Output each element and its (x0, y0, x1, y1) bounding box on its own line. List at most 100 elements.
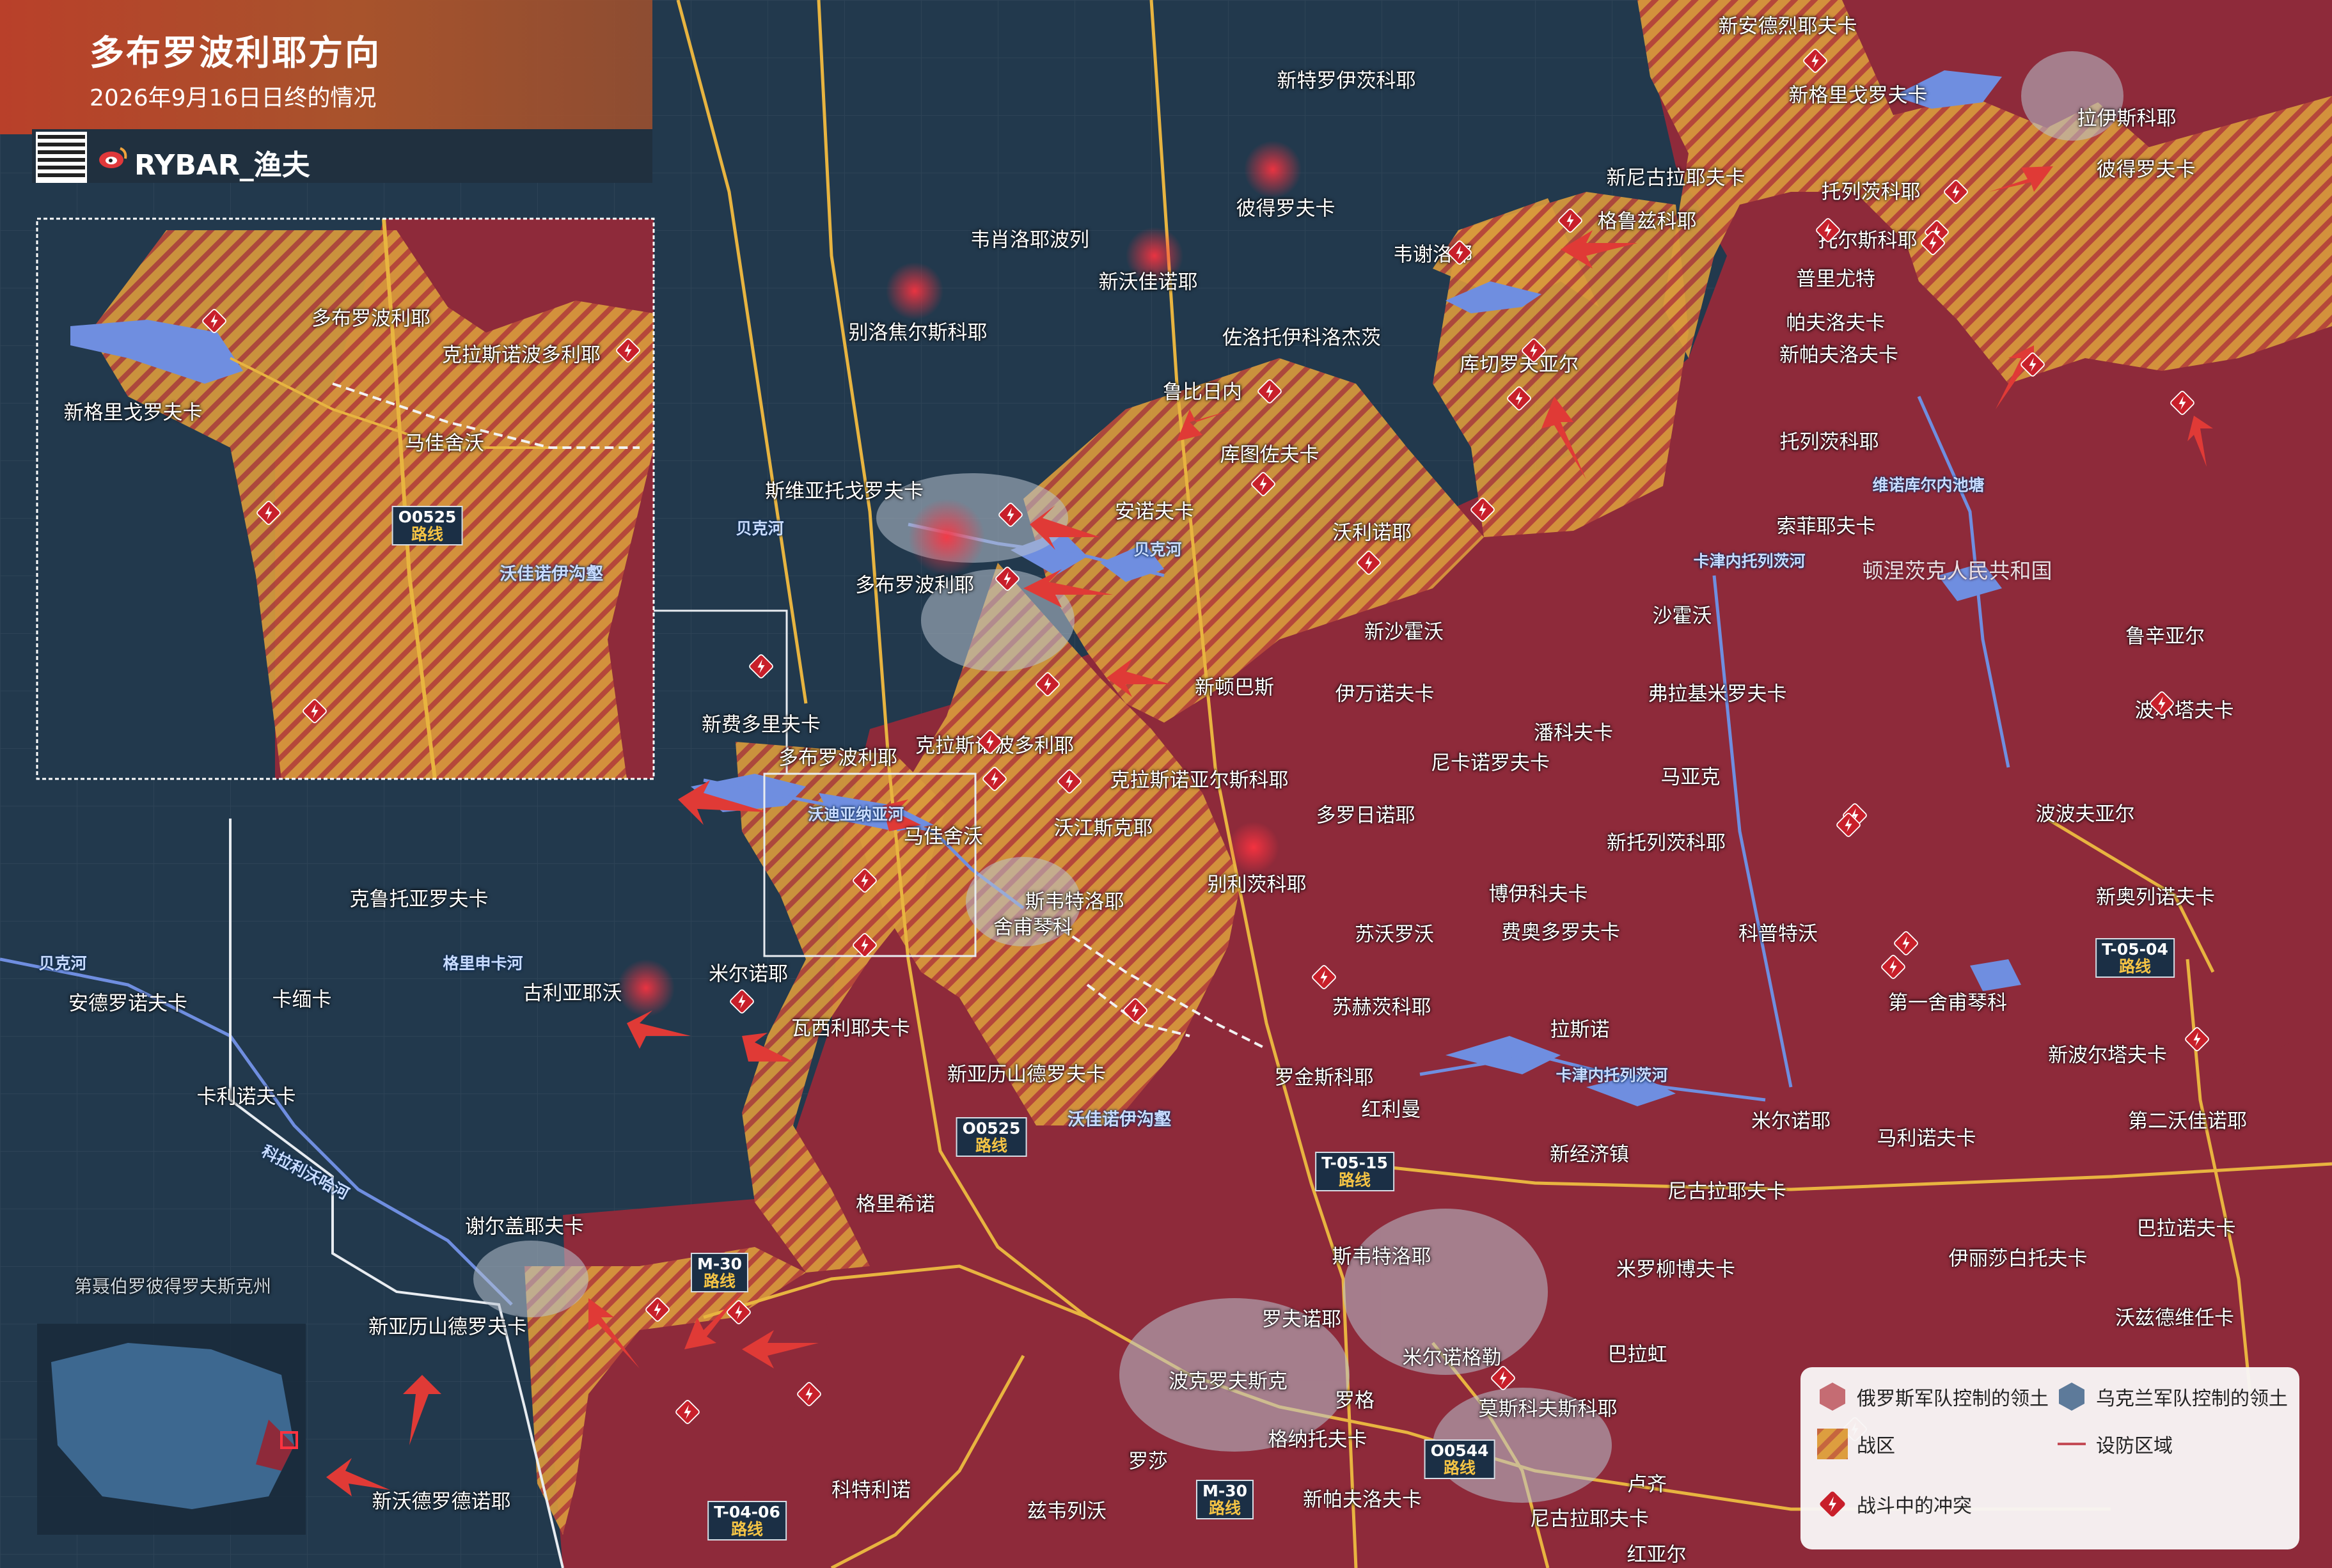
place-label: 新波尔塔夫卡 (2048, 1044, 2167, 1067)
clash-marker-icon (1491, 1366, 1515, 1390)
place-label: 伊丽莎白托夫卡 (1948, 1247, 2088, 1271)
place-label: 尼卡诺罗夫卡 (1431, 751, 1550, 775)
clash-marker-icon (675, 1400, 700, 1424)
clash-marker-icon (616, 338, 640, 363)
place-label: 新安德烈耶夫卡 (1718, 15, 1857, 38)
clash-marker-icon (1257, 379, 1282, 404)
combat-zone-icon (1817, 1429, 1848, 1459)
clash-marker-icon (730, 989, 754, 1014)
place-label: 索菲耶夫卡 (1776, 515, 1876, 538)
river-label: 贝克河 (736, 519, 784, 538)
place-label: 安德罗诺夫卡 (68, 992, 187, 1015)
clash-marker-icon (853, 933, 877, 957)
place-label: 新沙霍沃 (1364, 620, 1444, 644)
clash-marker-icon (303, 699, 327, 723)
place-label: 罗莎 (1128, 1450, 1168, 1473)
place-label: 莫斯科夫斯科耶 (1478, 1397, 1618, 1421)
place-label: 马利诺夫卡 (1877, 1127, 1976, 1150)
map-legend: 俄罗斯军队控制的领土 乌克兰军队控制的领土 战区 设防区域 战斗中的冲突 (1800, 1367, 2299, 1549)
legend-item-combat: 战区 (1817, 1429, 1895, 1459)
place-label: 卢齐 (1627, 1473, 1667, 1496)
clash-marker-icon (749, 654, 773, 678)
place-label: 斯韦特洛耶 (1332, 1245, 1431, 1269)
clash-marker-icon (1881, 955, 1905, 979)
legend-item-clash: 战斗中的冲突 (1817, 1489, 1972, 1519)
place-label: 库切罗夫亚尔 (1460, 353, 1579, 377)
road-shield-o0525: O0525 路线 (956, 1117, 1027, 1157)
river-label: 卡津内托列茨河 (1693, 552, 1806, 570)
page-subtitle: 2026年9月16日日终的情况 (90, 85, 377, 111)
river-label: 贝克河 (1133, 540, 1182, 559)
place-label: 第一舍甫琴科 (1888, 991, 2007, 1015)
clash-marker-icon (998, 503, 1023, 527)
place-label: 新尼古拉耶夫卡 (1606, 166, 1745, 190)
inset-road-o0525: O0525 路线 (391, 506, 463, 545)
clash-marker-icon (645, 1298, 670, 1322)
place-label: 克拉斯诺亚尔斯科耶 (1110, 769, 1289, 792)
place-label: 普里尤特 (1796, 267, 1875, 291)
place-label: 谢尔盖耶夫卡 (465, 1215, 584, 1239)
place-label: 沙霍沃 (1652, 604, 1712, 628)
road-shield-t0515: T-05-15 路线 (1315, 1152, 1394, 1191)
clash-marker-icon (1558, 208, 1582, 233)
place-label: 舍甫琴科 (993, 916, 1073, 939)
page-title: 多布罗波利耶方向 (90, 33, 381, 73)
clash-marker-icon (853, 868, 877, 893)
place-label: 彼得罗夫卡 (2096, 158, 2196, 182)
place-label: 古利亚耶沃 (523, 982, 622, 1005)
clash-marker-icon (1123, 998, 1147, 1023)
place-label: 潘科夫卡 (1534, 721, 1613, 745)
clash-marker-icon (2150, 691, 2174, 716)
clash-marker-icon (1312, 965, 1336, 989)
place-label: 尼古拉耶夫卡 (1667, 1180, 1786, 1203)
place-label: 新亚历山德罗夫卡 (947, 1063, 1106, 1086)
place-label: 库图佐夫卡 (1220, 443, 1320, 467)
legend-item-russia: 俄罗斯军队控制的领土 (1817, 1381, 2049, 1412)
place-label: 新沃佳诺耶 (1098, 270, 1198, 294)
place-label: 别洛焦尔斯科耶 (848, 321, 988, 345)
place-label: 新托列茨科耶 (1607, 831, 1726, 855)
place-label: 拉斯诺 (1550, 1018, 1610, 1042)
clash-marker-icon (1507, 386, 1531, 411)
place-label: 格里希诺 (856, 1193, 935, 1216)
clash-marker-icon (202, 309, 226, 333)
road-shield-m30: M-30 路线 (690, 1253, 749, 1292)
clash-icon (1820, 1491, 1845, 1517)
clash-marker-icon (256, 501, 281, 525)
road-shield-t0504: T-05-04 路线 (2095, 938, 2175, 978)
place-label: 新特罗伊茨科耶 (1277, 69, 1416, 93)
place-label: 沃兹德维任卡 (2115, 1306, 2234, 1330)
place-label: 托列茨科耶 (1779, 430, 1879, 454)
clash-marker-icon (978, 730, 1002, 754)
clash-marker-icon (1944, 180, 1968, 204)
river-label: 贝克河 (38, 954, 87, 973)
clash-marker-icon (2185, 1027, 2209, 1051)
clash-marker-icon (1836, 813, 1861, 837)
place-label: 新亚历山德罗夫卡 (368, 1315, 527, 1339)
place-label: 佐洛托伊科洛杰茨 (1222, 326, 1381, 350)
place-label: 卡利诺夫卡 (196, 1085, 296, 1109)
clash-marker-icon (2021, 352, 2045, 377)
map-stage: 多布罗波利耶方向 2026年9月16日日终的情况 RYBAR_渔夫 多布罗波利耶… (0, 0, 2332, 1568)
place-label: 科普特沃 (1738, 922, 1818, 946)
clash-marker-icon (1057, 769, 1082, 794)
clash-marker-icon (1357, 551, 1381, 575)
road-shield-t0406: T-04-06 路线 (707, 1501, 787, 1541)
road-shield-m30: M-30 路线 (1195, 1480, 1254, 1519)
river-label: 卡津内托列茨河 (1556, 1066, 1668, 1085)
place-label: 多布罗波利耶 (778, 746, 897, 770)
clash-marker-icon (797, 1382, 821, 1406)
inset-label-nova-hryhorivka: 新格里戈罗夫卡 (63, 401, 203, 425)
place-label: 格鲁兹科耶 (1597, 210, 1697, 233)
clash-marker-icon (1816, 218, 1840, 242)
place-label: 斯维亚托戈罗夫卡 (765, 480, 924, 503)
ukraine-hex-icon (2059, 1383, 2084, 1411)
place-label: 卡缅卡 (272, 988, 332, 1012)
place-label: 克鲁托亚罗夫卡 (349, 888, 489, 911)
place-label: 拉伊斯科耶 (2077, 107, 2177, 130)
place-label: 鲁比日内 (1163, 380, 1242, 404)
place-label: 马佳舍沃 (904, 825, 983, 849)
weibo-icon (99, 147, 127, 168)
clash-marker-icon (1803, 49, 1827, 73)
clash-marker-icon (1447, 240, 1472, 265)
